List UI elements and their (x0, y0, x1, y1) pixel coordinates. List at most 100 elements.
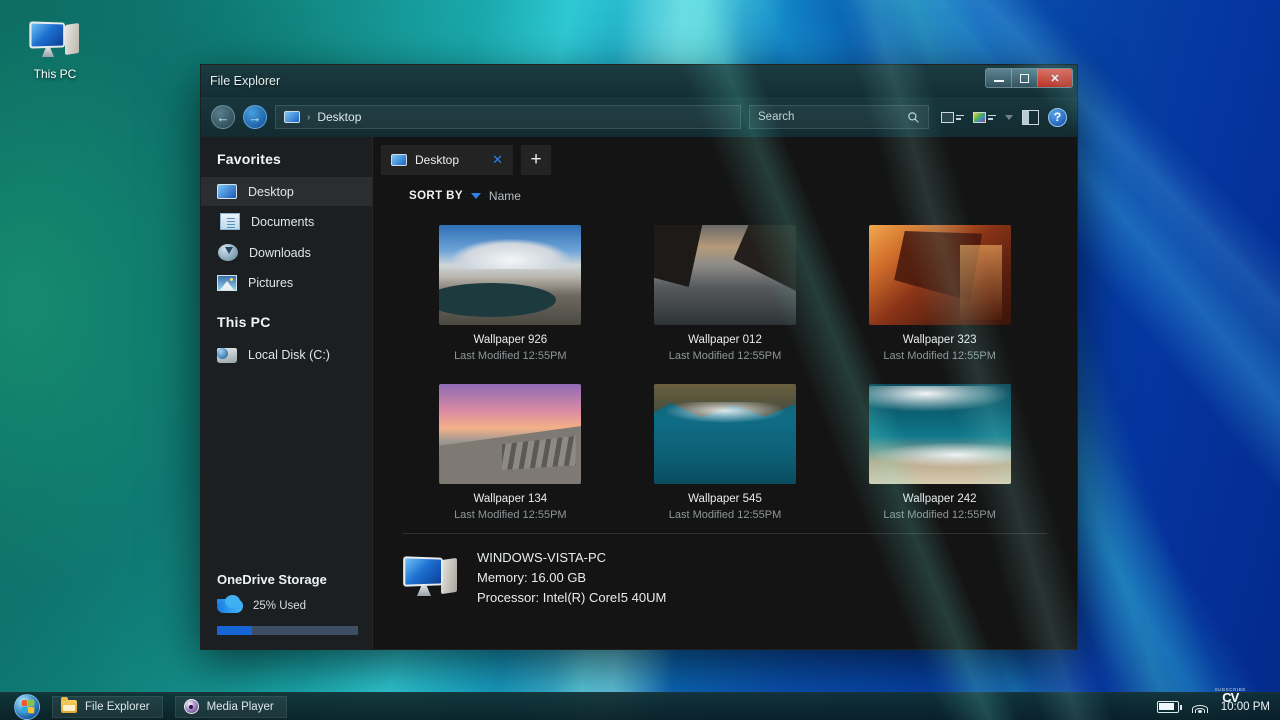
cloud-icon (217, 599, 243, 613)
tab-label: Desktop (415, 153, 459, 167)
search-placeholder: Search (758, 111, 794, 123)
onedrive-progress-bar (217, 626, 358, 635)
search-icon (907, 111, 920, 124)
documents-icon (220, 213, 240, 230)
search-input[interactable]: Search (749, 105, 929, 129)
onedrive-storage-panel: OneDrive Storage 25% Used (201, 560, 372, 649)
pictures-icon (217, 275, 237, 291)
file-modified: Last Modified 12:55PM (832, 509, 1047, 521)
sort-bar: SORT BY Name (373, 175, 1077, 203)
file-item[interactable]: Wallpaper 926 Last Modified 12:55PM (403, 225, 618, 362)
window-body: Favorites Desktop Documents Downloads Pi… (201, 137, 1077, 649)
view-toolbar: ? (937, 108, 1067, 127)
file-item[interactable]: Wallpaper 323 Last Modified 12:55PM (832, 225, 1047, 362)
file-thumbnail (654, 225, 796, 325)
view-icons-icon[interactable] (973, 112, 996, 123)
forward-button[interactable]: → (243, 105, 267, 129)
sidebar-item-pictures[interactable]: Pictures (201, 268, 372, 298)
battery-icon[interactable] (1157, 701, 1179, 713)
file-name: Wallpaper 545 (618, 493, 833, 505)
wifi-icon[interactable] (1191, 700, 1209, 713)
desktop-icon-label: This PC (22, 67, 88, 81)
windows-start-icon[interactable] (14, 694, 40, 720)
file-modified: Last Modified 12:55PM (832, 350, 1047, 362)
file-thumbnail (439, 225, 581, 325)
chevron-down-icon[interactable] (1005, 115, 1013, 120)
file-name: Wallpaper 242 (832, 493, 1047, 505)
close-button[interactable]: ✕ (1038, 69, 1072, 87)
file-item[interactable]: Wallpaper 242 Last Modified 12:55PM (832, 384, 1047, 521)
folder-icon (61, 700, 77, 713)
file-modified: Last Modified 12:55PM (618, 350, 833, 362)
file-name: Wallpaper 926 (403, 334, 618, 346)
taskbar-item-label: File Explorer (85, 701, 150, 713)
sidebar-item-label: Desktop (248, 185, 294, 199)
file-name: Wallpaper 012 (618, 334, 833, 346)
file-thumbnail (654, 384, 796, 484)
desktop[interactable]: This PC File Explorer ✕ ← → › Desktop Se… (0, 0, 1280, 720)
sidebar-item-local-disk[interactable]: Local Disk (C:) (201, 340, 372, 370)
desktop-icon (217, 184, 237, 199)
file-thumbnail (439, 384, 581, 484)
taskbar-item-media-player[interactable]: Media Player (175, 696, 287, 718)
file-explorer-window[interactable]: File Explorer ✕ ← → › Desktop Search (200, 64, 1078, 650)
maximize-button[interactable] (1012, 69, 1038, 87)
media-player-icon (184, 699, 199, 714)
sidebar-item-label: Documents (251, 215, 314, 229)
sidebar-item-label: Pictures (248, 276, 293, 290)
minimize-button[interactable] (986, 69, 1012, 87)
file-item[interactable]: Wallpaper 545 Last Modified 12:55PM (618, 384, 833, 521)
window-title: File Explorer (210, 74, 280, 88)
sort-value[interactable]: Name (489, 189, 521, 203)
sidebar-item-label: Downloads (249, 246, 311, 260)
tab-strip: Desktop ✕ + (373, 137, 1077, 175)
sidebar-item-documents[interactable]: Documents (201, 206, 372, 237)
onedrive-title: OneDrive Storage (217, 560, 358, 599)
file-thumbnail (869, 384, 1011, 484)
sidebar-item-downloads[interactable]: Downloads (201, 237, 372, 268)
taskbar-item-file-explorer[interactable]: File Explorer (52, 696, 163, 718)
this-pc-icon (29, 20, 81, 62)
help-icon[interactable]: ? (1048, 108, 1067, 127)
file-item[interactable]: Wallpaper 134 Last Modified 12:55PM (403, 384, 618, 521)
details-pane: WINDOWS-VISTA-PC Memory: 16.00 GB Proces… (403, 533, 1047, 608)
breadcrumb-desktop-icon (284, 111, 300, 123)
file-modified: Last Modified 12:55PM (403, 350, 618, 362)
sidebar-item-desktop[interactable]: Desktop (201, 177, 372, 206)
taskbar-item-label: Media Player (207, 701, 274, 713)
desktop-icon-this-pc[interactable]: This PC (22, 20, 88, 81)
sidebar-item-label: Local Disk (C:) (248, 348, 330, 362)
file-item[interactable]: Wallpaper 012 Last Modified 12:55PM (618, 225, 833, 362)
downloads-icon (218, 244, 238, 261)
caret-down-icon[interactable] (471, 193, 481, 199)
this-pc-icon (403, 555, 459, 601)
taskbar: File Explorer Media Player 10:00 PM (0, 692, 1280, 720)
back-button[interactable]: ← (211, 105, 235, 129)
window-controls[interactable]: ✕ (985, 68, 1073, 88)
breadcrumb-current[interactable]: Desktop (317, 110, 361, 124)
memory-info: Memory: 16.00 GB (477, 568, 666, 588)
file-grid: Wallpaper 926 Last Modified 12:55PM Wall… (373, 203, 1077, 521)
file-name: Wallpaper 323 (832, 334, 1047, 346)
tab-desktop-icon (391, 154, 407, 166)
file-modified: Last Modified 12:55PM (618, 509, 833, 521)
view-details-icon[interactable] (941, 112, 964, 123)
breadcrumb-separator: › (307, 112, 310, 123)
new-tab-button[interactable]: + (521, 145, 551, 175)
tab-desktop[interactable]: Desktop ✕ (381, 145, 513, 175)
window-titlebar[interactable]: File Explorer ✕ (201, 65, 1077, 97)
content-pane: Desktop ✕ + SORT BY Name Wallpaper 926 L… (373, 137, 1077, 649)
onedrive-progress-fill (217, 626, 252, 635)
sidebar-section-favorites-title: Favorites (201, 137, 372, 177)
preview-pane-icon[interactable] (1022, 110, 1039, 125)
navigation-sidebar: Favorites Desktop Documents Downloads Pi… (201, 137, 373, 649)
tab-close-icon[interactable]: ✕ (492, 152, 503, 168)
clock[interactable]: 10:00 PM (1221, 701, 1270, 713)
file-thumbnail (869, 225, 1011, 325)
processor-info: Processor: Intel(R) CoreI5 40UM (477, 588, 666, 608)
disk-icon (217, 348, 237, 363)
sidebar-section-thispc-title: This PC (201, 298, 372, 340)
address-bar: ← → › Desktop Search (201, 97, 1077, 137)
path-breadcrumb[interactable]: › Desktop (275, 105, 741, 129)
onedrive-used-label: 25% Used (253, 600, 306, 612)
